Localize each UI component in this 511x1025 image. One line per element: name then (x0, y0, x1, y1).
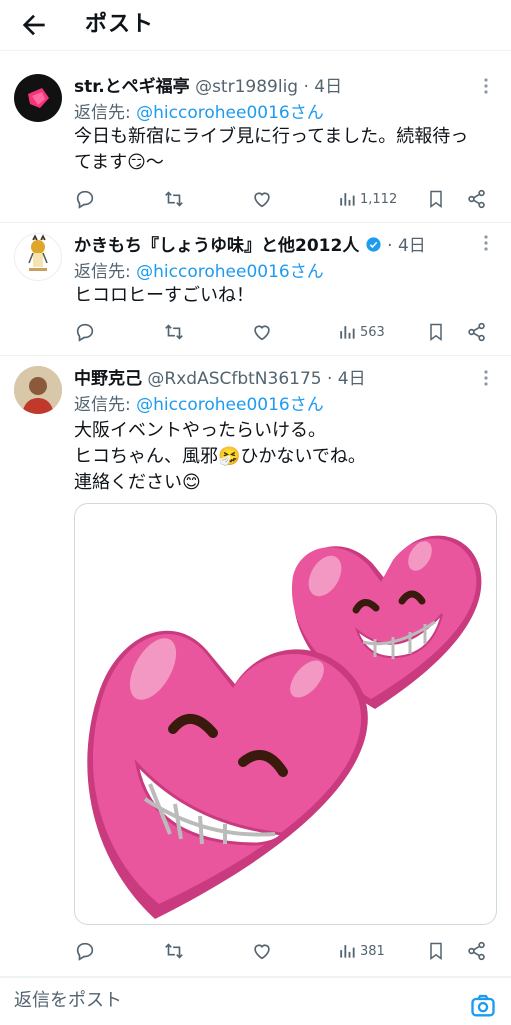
heart-outline-icon (254, 944, 270, 960)
reply-input[interactable]: 返信をポスト (14, 986, 122, 1012)
reply-button[interactable] (74, 319, 96, 345)
more-options-icon[interactable] (478, 76, 494, 96)
reply-icon (76, 942, 94, 961)
verified-badge-icon (366, 237, 381, 252)
views-count: 381 (360, 943, 385, 959)
post-text-line: 今日も新宿にライブ見に行ってました。続報待っ (74, 126, 469, 147)
bookmark-icon (430, 323, 442, 341)
post-text-line: ヒコちゃん、風邪🤧ひかないでね。 (74, 446, 366, 467)
top-bar: ポスト (0, 0, 511, 51)
handle-and-time: @str1989lig · 4日 (195, 77, 343, 97)
bookmark-button[interactable] (426, 319, 446, 345)
post-text: ヒコロヒーすごいね！ (74, 283, 254, 309)
reply-to-line: 返信先: @hiccorohee0016さん (74, 390, 324, 415)
avatar[interactable] (14, 74, 62, 122)
like-button[interactable] (251, 319, 273, 345)
repost-button[interactable] (162, 319, 186, 345)
reply-icon (76, 190, 94, 209)
heart-outline-icon (254, 325, 270, 341)
reply-to-label: 返信先: (74, 395, 137, 415)
post-text-line: ヒコロヒーすごいね！ (74, 285, 254, 306)
reply-to-label: 返信先: (74, 262, 137, 282)
views-button[interactable]: 1,112 (337, 186, 397, 212)
post-meta: str.とペギ福亭 @str1989lig · 4日 (74, 72, 342, 97)
share-button[interactable] (466, 319, 488, 345)
views-count: 563 (360, 324, 385, 340)
post-text-line: 連絡ください😊 (74, 472, 201, 493)
post-text: 大阪イベントやったらいける。 ヒコちゃん、風邪🤧ひかないでね。 連絡ください😊 (74, 418, 366, 496)
post-text-line: 大阪イベントやったらいける。 (74, 420, 326, 441)
reply-button[interactable] (74, 186, 96, 212)
reply-post[interactable]: str.とペギ福亭 @str1989lig · 4日 返信先: @hiccoro… (0, 62, 511, 223)
post-meta: かきもち『しょうゆ味』と他2012人 · 4日 (74, 231, 426, 256)
page-title: ポスト (85, 12, 155, 37)
bookmark-button[interactable] (426, 938, 446, 964)
handle-and-time: · 4日 (381, 236, 426, 256)
more-options-icon[interactable] (478, 233, 494, 253)
reply-composer: 返信をポスト (0, 977, 511, 1025)
reply-mention-link[interactable]: @hiccorohee0016さん (136, 395, 324, 415)
bookmark-icon (430, 942, 442, 960)
repost-icon (165, 324, 183, 340)
bookmark-button[interactable] (426, 186, 446, 212)
action-bar: 1,112 (74, 186, 494, 212)
action-bar: 381 (74, 938, 494, 964)
display-name[interactable]: かきもち『しょうゆ味』と他2012人 (74, 236, 359, 256)
reply-to-line: 返信先: @hiccorohee0016さん (74, 98, 324, 123)
handle-and-time: @RxdASCfbtN36175 · 4日 (147, 369, 366, 389)
reply-to-label: 返信先: (74, 103, 137, 123)
reply-to-line: 返信先: @hiccorohee0016さん (74, 257, 324, 282)
bookmark-icon (430, 190, 442, 208)
reply-post[interactable]: かきもち『しょうゆ味』と他2012人 · 4日 返信先: @hiccorohee… (0, 223, 511, 356)
attached-image[interactable] (74, 503, 497, 925)
reply-mention-link[interactable]: @hiccorohee0016さん (136, 262, 324, 282)
reply-button[interactable] (74, 938, 96, 964)
views-chart-icon (340, 193, 355, 206)
reply-post[interactable]: 中野克己 @RxdASCfbtN36175 · 4日 返信先: @hiccoro… (0, 356, 511, 977)
views-count: 1,112 (360, 191, 398, 207)
display-name[interactable]: 中野克己 (74, 369, 142, 389)
repost-button[interactable] (162, 938, 186, 964)
share-button[interactable] (466, 938, 488, 964)
post-meta: 中野克己 @RxdASCfbtN36175 · 4日 (74, 364, 366, 389)
back-arrow-icon[interactable] (18, 9, 50, 41)
avatar[interactable] (14, 233, 62, 281)
heart-outline-icon (254, 192, 270, 208)
like-button[interactable] (251, 186, 273, 212)
views-chart-icon (340, 326, 355, 339)
camera-icon[interactable] (469, 992, 497, 1020)
post-text: 今日も新宿にライブ見に行ってました。続報待っ てます😏〜 (74, 124, 468, 176)
more-options-icon[interactable] (478, 368, 494, 388)
reply-mention-link[interactable]: @hiccorohee0016さん (136, 103, 324, 123)
views-chart-icon (340, 945, 355, 958)
avatar[interactable] (14, 366, 62, 414)
post-text-line: てます😏〜 (74, 152, 164, 173)
repost-button[interactable] (162, 186, 186, 212)
views-button[interactable]: 563 (337, 319, 385, 345)
share-icon (468, 322, 485, 342)
display-name[interactable]: str.とペギ福亭 (74, 77, 190, 97)
views-button[interactable]: 381 (337, 938, 385, 964)
grinning-hearts-icon (87, 535, 482, 919)
repost-icon (165, 943, 183, 959)
share-icon (468, 189, 485, 209)
action-bar: 563 (74, 319, 494, 345)
like-button[interactable] (251, 938, 273, 964)
repost-icon (165, 191, 183, 207)
share-button[interactable] (466, 186, 488, 212)
reply-icon (76, 323, 94, 342)
share-icon (468, 941, 485, 961)
